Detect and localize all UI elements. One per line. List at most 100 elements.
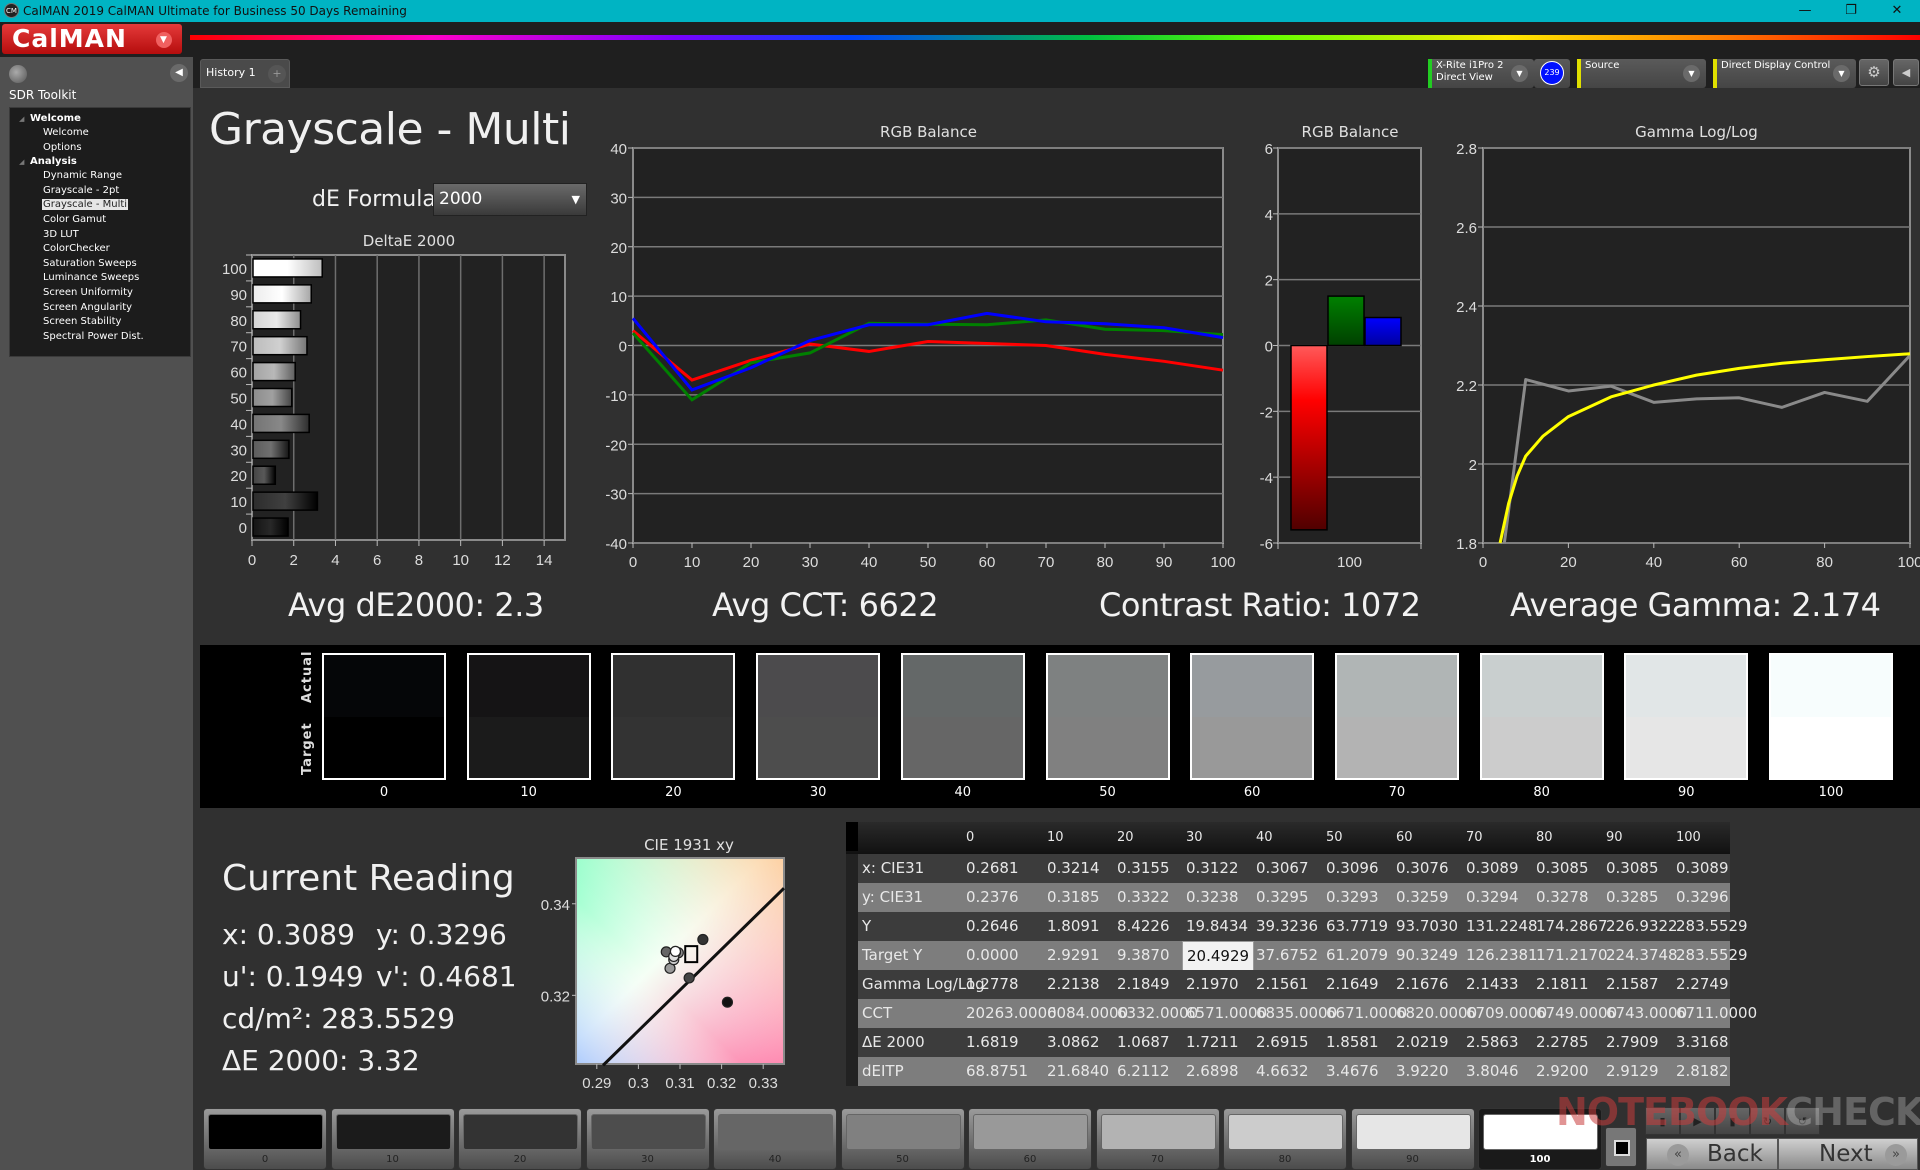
cie-point [697, 933, 709, 946]
de-formula-select[interactable]: 2000 ▼ [433, 183, 587, 216]
meter-badge[interactable]: 239 [1540, 61, 1564, 85]
tab-label: History 1 [206, 66, 256, 79]
minimize-button[interactable]: — [1782, 0, 1828, 22]
target-color [1336, 716, 1457, 778]
table-cell: 3.9220 [1396, 1062, 1449, 1080]
footer-tool-4[interactable]: ↻ [1750, 1107, 1785, 1135]
y-tick-label: 40 [230, 416, 247, 433]
status-led-icon [9, 65, 27, 83]
sidebar-item-screen-uniformity[interactable]: Screen Uniformity [10, 286, 190, 301]
grayscale-swatch[interactable] [322, 653, 446, 780]
footer-swatch-button[interactable]: 60 [968, 1108, 1092, 1170]
chevron-down-icon[interactable]: ▼ [1833, 65, 1850, 82]
footer-swatch-color [335, 1114, 451, 1150]
display-selector[interactable]: Direct Display Control ▼ [1713, 59, 1856, 88]
grayscale-swatch[interactable] [900, 653, 1025, 780]
sidebar-item-grayscale-2pt[interactable]: Grayscale - 2pt [10, 184, 190, 199]
footer-swatch-button[interactable]: 100 [1478, 1108, 1602, 1170]
sidebar-item-3d-lut[interactable]: 3D LUT [10, 228, 190, 243]
footer-swatch-button[interactable]: 10 [330, 1108, 455, 1170]
sidebar-item-options[interactable]: Options [10, 141, 190, 156]
footer-swatch-button[interactable]: 20 [458, 1108, 582, 1170]
table-cell: 0.3155 [1117, 859, 1170, 877]
x-tick-label: 60 [1731, 554, 1748, 571]
table-cell: 0.3122 [1186, 859, 1239, 877]
sidebar-item-color-gamut[interactable]: Color Gamut [10, 213, 190, 228]
grayscale-swatch[interactable] [756, 653, 881, 780]
footer-tool-3[interactable]: ▮ [1715, 1107, 1750, 1135]
table-cell: 9.3870 [1117, 946, 1170, 964]
close-button[interactable]: ✕ [1874, 0, 1920, 22]
grayscale-swatch[interactable] [1624, 653, 1749, 780]
tree-group-welcome[interactable]: ◢ Welcome [10, 112, 190, 126]
column-header: 0 [966, 830, 975, 845]
grayscale-swatch[interactable] [466, 653, 591, 780]
back-button[interactable]: « Back [1646, 1138, 1778, 1170]
sidebar-item-welcome[interactable]: Welcome [10, 126, 190, 141]
rgb-balance-chart-title: RGB Balance [880, 123, 977, 141]
expand-arrow-icon[interactable]: ◢ [19, 155, 24, 169]
footer-swatch-button[interactable]: 80 [1223, 1108, 1347, 1170]
footer-tool-1[interactable]: ▮ [1645, 1107, 1680, 1135]
reading-y: y: 0.3296 [376, 918, 507, 951]
footer-tool-2[interactable]: ▶ [1680, 1107, 1715, 1135]
sidebar-item-spectral-power-dist[interactable]: Spectral Power Dist. [10, 330, 190, 345]
deltae-bar [252, 335, 308, 356]
reading-x: x: 0.3089 [222, 918, 355, 951]
expand-arrow-icon[interactable]: ◢ [19, 112, 24, 126]
collapse-right-panel-button[interactable]: ◀ [1893, 59, 1919, 86]
footer-swatch-button[interactable]: 30 [585, 1108, 710, 1170]
x-tick-label: 10 [684, 554, 701, 571]
add-tab-button[interactable]: + [268, 65, 286, 83]
x-tick-label: 80 [1097, 554, 1114, 571]
sidebar-item-grayscale-multi[interactable]: Grayscale - Multi [10, 198, 190, 213]
y-tick-label: -4 [1260, 470, 1273, 487]
back-label: Back [1707, 1141, 1763, 1167]
settings-gear-icon[interactable]: ⚙ [1859, 59, 1889, 86]
sidebar-item-dynamic-range[interactable]: Dynamic Range [10, 169, 190, 184]
source-status-stripe [1577, 59, 1581, 88]
chevron-down-icon[interactable]: ▼ [1683, 65, 1700, 82]
grayscale-swatch[interactable] [1769, 653, 1893, 780]
grayscale-swatch[interactable] [611, 653, 736, 780]
footer-swatch-color [845, 1114, 961, 1150]
table-cell: 0.3096 [1326, 859, 1379, 877]
grayscale-swatch[interactable] [1334, 653, 1459, 780]
table-cell: 224.3748 [1606, 946, 1678, 964]
footer-swatch-button[interactable]: 0 [203, 1108, 327, 1170]
stop-button[interactable] [1605, 1127, 1637, 1167]
tab-history-1[interactable]: History 1 + [200, 59, 290, 88]
table-cell: 6671.0000 [1326, 1004, 1408, 1022]
y-tick-label: 2 [1469, 457, 1477, 474]
table-cell: 68.8751 [966, 1062, 1029, 1080]
grayscale-swatch[interactable] [1045, 653, 1170, 780]
calman-logo-menu[interactable]: CalMAN ▼ [2, 24, 182, 54]
footer-swatch-button[interactable]: 50 [840, 1108, 965, 1170]
tree-group-analysis[interactable]: ◢ Analysis [10, 155, 190, 169]
chevron-down-icon[interactable]: ▼ [1511, 65, 1528, 82]
source-selector[interactable]: Source ▼ [1577, 59, 1706, 88]
sidebar-item-luminance-sweeps[interactable]: Luminance Sweeps [10, 271, 190, 286]
meter-selector[interactable]: X-Rite i1Pro 2 Direct View ▼ [1428, 59, 1534, 88]
next-button[interactable]: Next » [1778, 1138, 1918, 1170]
grayscale-swatch[interactable] [1190, 653, 1315, 780]
footer-tool-5[interactable]: ↺ [1785, 1107, 1820, 1135]
sidebar-item-screen-angularity[interactable]: Screen Angularity [10, 301, 190, 316]
footer-swatch-button[interactable]: 90 [1350, 1108, 1475, 1170]
collapse-sidebar-button[interactable]: ◀ [170, 64, 188, 82]
maximize-button[interactable]: ❐ [1828, 0, 1874, 22]
column-header: 20 [1117, 830, 1134, 845]
footer-swatch-color [208, 1114, 323, 1150]
swatch-label: 100 [1818, 785, 1844, 800]
table-cell: 2.2749 [1676, 975, 1729, 993]
footer-swatch-button[interactable]: 70 [1095, 1108, 1220, 1170]
table-cell: 37.6752 [1256, 946, 1319, 964]
chevron-down-icon[interactable]: ▼ [156, 32, 172, 48]
grayscale-swatch[interactable] [1479, 653, 1604, 780]
sidebar-item-saturation-sweeps[interactable]: Saturation Sweeps [10, 257, 190, 272]
table-cell[interactable]: 20.4929 [1182, 941, 1255, 972]
sidebar-item-colorchecker[interactable]: ColorChecker [10, 242, 190, 257]
table-cell: 2.6915 [1256, 1033, 1309, 1051]
sidebar-item-screen-stability[interactable]: Screen Stability [10, 315, 190, 330]
footer-swatch-button[interactable]: 40 [713, 1108, 837, 1170]
